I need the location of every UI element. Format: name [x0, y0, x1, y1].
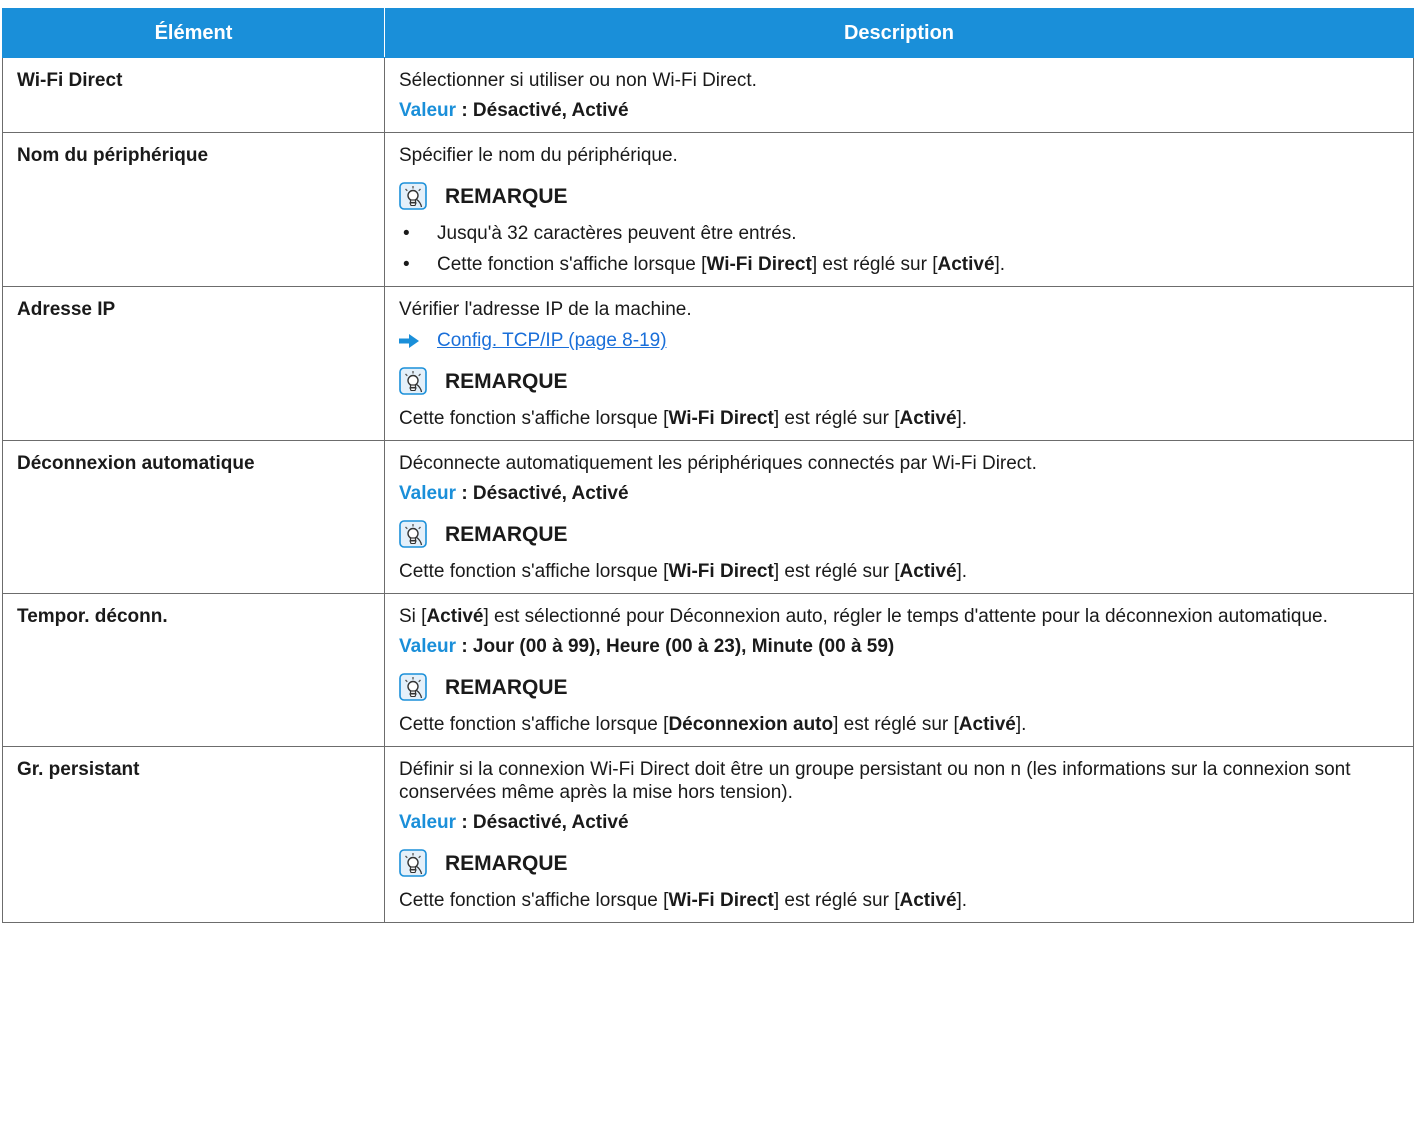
- column-header-item: Élément: [2, 8, 385, 58]
- row-description: Si [Activé] est sélectionné pour Déconne…: [384, 593, 1414, 747]
- row-description: Spécifier le nom du périphérique. REMARQ…: [384, 132, 1414, 287]
- note-lightbulb-icon: [399, 182, 427, 210]
- row-item-label: Tempor. déconn.: [2, 593, 385, 747]
- row-description: Définir si la connexion Wi-Fi Direct doi…: [384, 746, 1414, 923]
- value-line: Valeur : Désactivé, Activé: [399, 811, 1399, 834]
- reference-link-row: Config. TCP/IP (page 8-19): [399, 329, 1399, 352]
- note-lightbulb-icon: [399, 367, 427, 395]
- note-title: REMARQUE: [445, 369, 568, 393]
- row-description: Déconnecte automatiquement les périphéri…: [384, 440, 1414, 594]
- note-text: Cette fonction s'affiche lorsque [Déconn…: [399, 714, 1027, 735]
- table-row: Tempor. déconn. Si [Activé] est sélectio…: [2, 593, 1414, 747]
- note-title: REMARQUE: [445, 184, 568, 208]
- note-heading: REMARQUE: [399, 176, 1399, 216]
- value-options: : Désactivé, Activé: [456, 483, 629, 504]
- table-row: Déconnexion automatique Déconnecte autom…: [2, 440, 1414, 594]
- description-text: Déconnecte automatiquement les périphéri…: [399, 453, 1037, 474]
- description-text: Définir si la connexion Wi-Fi Direct doi…: [399, 759, 1351, 803]
- note-lightbulb-icon: [399, 520, 427, 548]
- value-label: Valeur: [399, 100, 457, 121]
- table-row: Adresse IP Vérifier l'adresse IP de la m…: [2, 286, 1414, 441]
- note-bullet: Jusqu'à 32 caractères peuvent être entré…: [399, 222, 1399, 245]
- column-header-description: Description: [384, 8, 1414, 58]
- table-header-row: Élément Description: [2, 8, 1414, 58]
- note-heading: REMARQUE: [399, 361, 1399, 401]
- table-row: Wi-Fi Direct Sélectionner si utiliser ou…: [2, 57, 1414, 133]
- note-bullet: Cette fonction s'affiche lorsque [Wi-Fi …: [399, 253, 1399, 276]
- note-heading: REMARQUE: [399, 843, 1399, 883]
- note-lightbulb-icon: [399, 673, 427, 701]
- description-text: Sélectionner si utiliser ou non Wi-Fi Di…: [399, 70, 757, 91]
- note-heading: REMARQUE: [399, 667, 1399, 707]
- note-lightbulb-icon: [399, 849, 427, 877]
- row-item-label: Wi-Fi Direct: [2, 57, 385, 133]
- value-options: : Jour (00 à 99), Heure (00 à 23), Minut…: [456, 636, 895, 657]
- value-label: Valeur: [399, 636, 457, 657]
- settings-table: Élément Description Wi-Fi Direct Sélecti…: [2, 8, 1414, 923]
- value-label: Valeur: [399, 483, 457, 504]
- row-item-label: Nom du périphérique: [2, 132, 385, 287]
- note-bullets: Jusqu'à 32 caractères peuvent être entré…: [399, 222, 1399, 276]
- value-line: Valeur : Jour (00 à 99), Heure (00 à 23)…: [399, 635, 1399, 658]
- value-line: Valeur : Désactivé, Activé: [399, 99, 1399, 122]
- note-title: REMARQUE: [445, 675, 568, 699]
- note-text: Cette fonction s'affiche lorsque [Wi-Fi …: [399, 408, 968, 429]
- value-options: : Désactivé, Activé: [456, 812, 629, 833]
- tcpip-config-link[interactable]: Config. TCP/IP (page 8-19): [437, 329, 667, 352]
- note-text: Cette fonction s'affiche lorsque [Wi-Fi …: [399, 561, 968, 582]
- row-item-label: Adresse IP: [2, 286, 385, 441]
- value-options: : Désactivé, Activé: [456, 100, 629, 121]
- description-text: Spécifier le nom du périphérique.: [399, 145, 678, 166]
- note-title: REMARQUE: [445, 522, 568, 546]
- table-row: Nom du périphérique Spécifier le nom du …: [2, 132, 1414, 287]
- row-description: Vérifier l'adresse IP de la machine. Con…: [384, 286, 1414, 441]
- row-description: Sélectionner si utiliser ou non Wi-Fi Di…: [384, 57, 1414, 133]
- table-row: Gr. persistant Définir si la connexion W…: [2, 746, 1414, 923]
- note-heading: REMARQUE: [399, 514, 1399, 554]
- value-label: Valeur: [399, 812, 457, 833]
- row-item-label: Gr. persistant: [2, 746, 385, 923]
- description-text: Si [Activé] est sélectionné pour Déconne…: [399, 606, 1328, 627]
- row-item-label: Déconnexion automatique: [2, 440, 385, 594]
- note-title: REMARQUE: [445, 851, 568, 875]
- value-line: Valeur : Désactivé, Activé: [399, 482, 1399, 505]
- arrow-right-icon: [399, 333, 419, 349]
- note-text: Cette fonction s'affiche lorsque [Wi-Fi …: [399, 890, 968, 911]
- description-text: Vérifier l'adresse IP de la machine.: [399, 299, 692, 320]
